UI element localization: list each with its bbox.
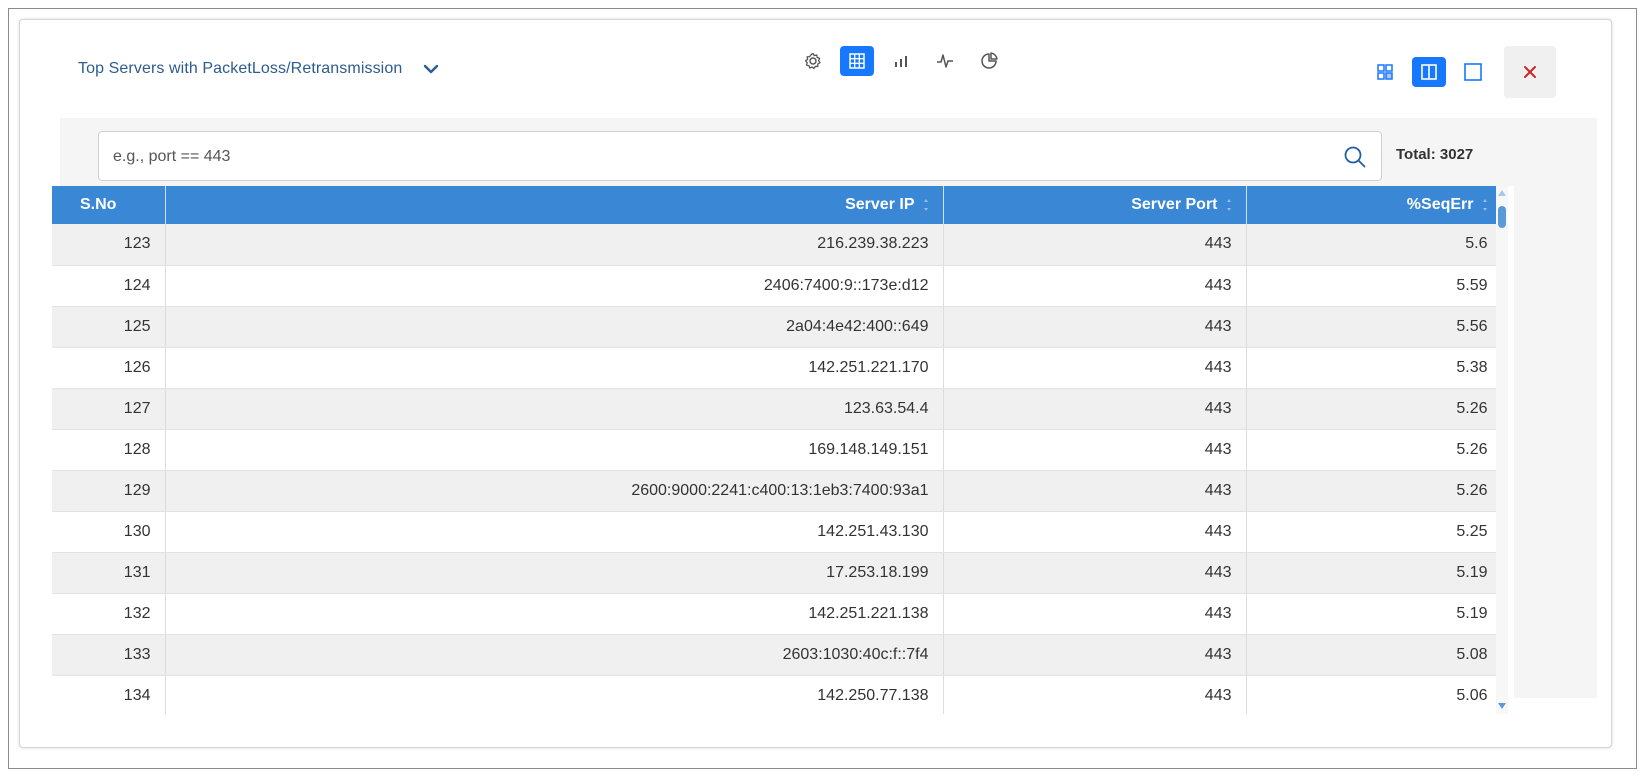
sort-icon[interactable]	[1226, 198, 1232, 212]
column-header-server-ip[interactable]: Server IP	[165, 186, 944, 224]
table-row[interactable]: 127 123.63.54.4 443 5.26	[52, 388, 1503, 430]
table-header-row: S.No Server IP Server Port %SeqErr	[52, 186, 1503, 224]
cell-sno: 133	[52, 634, 166, 676]
cell-server-ip: 2600:9000:2241:c400:13:1eb3:7400:93a1	[165, 470, 944, 512]
view-toolbar	[796, 46, 1006, 76]
settings-icon[interactable]	[796, 46, 830, 76]
vertical-scrollbar[interactable]	[1496, 186, 1508, 714]
cell-server-port: 443	[943, 470, 1247, 512]
cell-server-port: 443	[943, 429, 1247, 471]
cell-seqerr: 5.6	[1246, 224, 1503, 266]
single-layout-icon[interactable]	[1456, 57, 1490, 87]
cell-seqerr: 5.59	[1246, 265, 1503, 307]
cell-sno: 127	[52, 388, 166, 430]
chevron-down-icon[interactable]	[422, 60, 440, 78]
cell-server-ip: 142.251.221.170	[165, 347, 944, 389]
search-icon[interactable]	[1343, 145, 1367, 169]
cell-sno: 123	[52, 224, 166, 266]
table-view-button[interactable]	[840, 46, 874, 76]
cell-server-ip: 2a04:4e42:400::649	[165, 306, 944, 348]
cell-server-port: 443	[943, 593, 1247, 635]
cell-server-port: 443	[943, 388, 1247, 430]
table-row[interactable]: 123 216.239.38.223 443 5.6	[52, 224, 1503, 266]
cell-sno: 130	[52, 511, 166, 553]
cell-server-port: 443	[943, 552, 1247, 594]
cell-server-port: 443	[943, 675, 1247, 714]
column-header-label: Server Port	[1131, 196, 1218, 213]
search-box	[98, 131, 1382, 181]
sort-icon[interactable]	[1482, 198, 1488, 212]
column-header-server-port[interactable]: Server Port	[943, 186, 1247, 224]
cell-sno: 131	[52, 552, 166, 594]
search-input[interactable]	[113, 144, 1313, 170]
sort-icon[interactable]	[923, 198, 929, 212]
cell-server-ip: 2603:1030:40c:f::7f4	[165, 634, 944, 676]
cell-seqerr: 5.56	[1246, 306, 1503, 348]
table-row[interactable]: 132 142.251.221.138 443 5.19	[52, 593, 1503, 635]
layout-toolbar	[1368, 46, 1556, 98]
widget-title: Top Servers with PacketLoss/Retransmissi…	[78, 60, 403, 77]
cell-sno: 132	[52, 593, 166, 635]
column-header-label: Server IP	[845, 196, 915, 213]
cell-server-ip: 142.250.77.138	[165, 675, 944, 714]
data-table: S.No Server IP Server Port %SeqErr 123 21…	[52, 186, 1514, 714]
cell-server-port: 443	[943, 265, 1247, 307]
cell-server-port: 443	[943, 224, 1247, 266]
pie-chart-icon[interactable]	[972, 46, 1006, 76]
scroll-down-icon[interactable]	[1498, 703, 1506, 709]
cell-seqerr: 5.38	[1246, 347, 1503, 389]
table-row[interactable]: 131 17.253.18.199 443 5.19	[52, 552, 1503, 594]
table-row[interactable]: 134 142.250.77.138 443 5.06	[52, 675, 1503, 714]
close-button[interactable]	[1504, 46, 1556, 98]
cell-sno: 129	[52, 470, 166, 512]
bar-chart-icon[interactable]	[884, 46, 918, 76]
column-header-seqerr[interactable]: %SeqErr	[1246, 186, 1503, 224]
line-chart-icon[interactable]	[928, 46, 962, 76]
table-row[interactable]: 130 142.251.43.130 443 5.25	[52, 511, 1503, 553]
total-count: Total: 3027	[1396, 146, 1474, 163]
table-row[interactable]: 125 2a04:4e42:400::649 443 5.56	[52, 306, 1503, 348]
table-row[interactable]: 133 2603:1030:40c:f::7f4 443 5.08	[52, 634, 1503, 676]
column-header-label: S.No	[80, 196, 117, 213]
cell-server-port: 443	[943, 347, 1247, 389]
cell-server-ip: 216.239.38.223	[165, 224, 944, 266]
cell-seqerr: 5.19	[1246, 593, 1503, 635]
column-header-label: %SeqErr	[1406, 196, 1474, 213]
split-layout-icon	[1421, 64, 1437, 80]
cell-server-port: 443	[943, 511, 1247, 553]
cell-server-ip: 17.253.18.199	[165, 552, 944, 594]
scrollbar-thumb[interactable]	[1498, 206, 1506, 228]
cell-sno: 126	[52, 347, 166, 389]
table-row[interactable]: 126 142.251.221.170 443 5.38	[52, 347, 1503, 389]
widget-header: Top Servers with PacketLoss/Retransmissi…	[78, 60, 440, 78]
cell-seqerr: 5.26	[1246, 429, 1503, 471]
grid-layout-icon[interactable]	[1368, 57, 1402, 87]
split-layout-button[interactable]	[1412, 57, 1446, 87]
cell-server-ip: 123.63.54.4	[165, 388, 944, 430]
cell-seqerr: 5.08	[1246, 634, 1503, 676]
cell-seqerr: 5.25	[1246, 511, 1503, 553]
cell-sno: 125	[52, 306, 166, 348]
column-header-sno[interactable]: S.No	[52, 186, 166, 224]
table-icon	[849, 53, 865, 69]
cell-seqerr: 5.19	[1246, 552, 1503, 594]
cell-sno: 124	[52, 265, 166, 307]
cell-seqerr: 5.26	[1246, 470, 1503, 512]
cell-server-port: 443	[943, 306, 1247, 348]
table-row[interactable]: 124 2406:7400:9::173e:d12 443 5.59	[52, 265, 1503, 307]
table-row[interactable]: 129 2600:9000:2241:c400:13:1eb3:7400:93a1…	[52, 470, 1503, 512]
cell-server-ip: 2406:7400:9::173e:d12	[165, 265, 944, 307]
cell-server-ip: 142.251.43.130	[165, 511, 944, 553]
cell-server-ip: 142.251.221.138	[165, 593, 944, 635]
cell-server-port: 443	[943, 634, 1247, 676]
table-row[interactable]: 128 169.148.149.151 443 5.26	[52, 429, 1503, 471]
close-icon	[1524, 66, 1536, 78]
cell-sno: 128	[52, 429, 166, 471]
cell-seqerr: 5.26	[1246, 388, 1503, 430]
cell-seqerr: 5.06	[1246, 675, 1503, 714]
scroll-up-icon[interactable]	[1498, 190, 1506, 196]
cell-sno: 134	[52, 675, 166, 714]
cell-server-ip: 169.148.149.151	[165, 429, 944, 471]
table-body: 123 216.239.38.223 443 5.6 124 2406:7400:9::1…	[52, 224, 1503, 714]
